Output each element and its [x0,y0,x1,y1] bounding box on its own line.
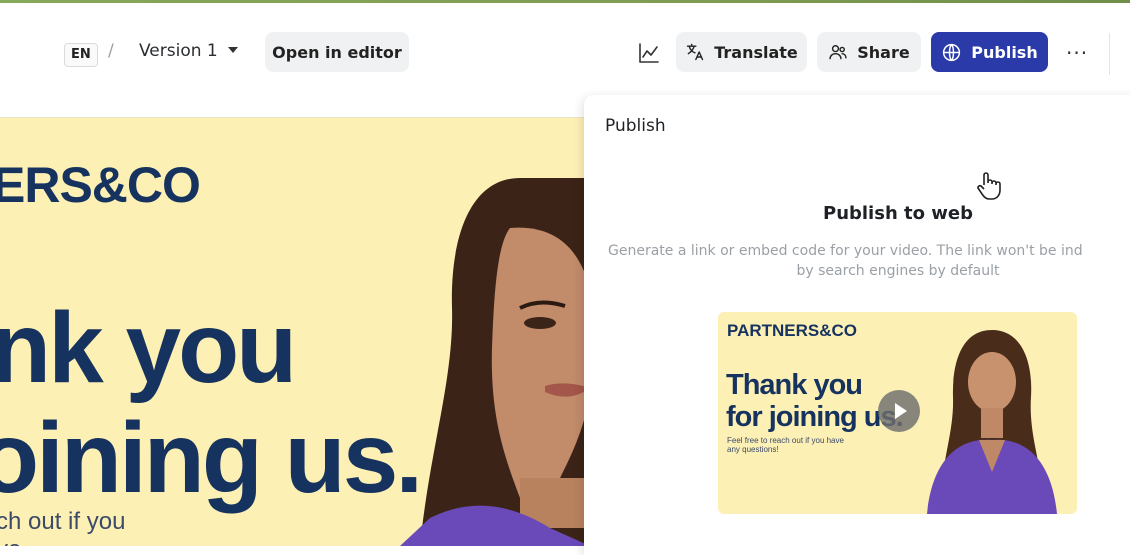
share-label: Share [857,42,910,62]
thumbnail-presenter [927,330,1057,514]
publish-button[interactable]: Publish [931,32,1048,72]
users-icon [829,45,847,60]
translate-label: Translate [714,42,798,62]
presenter-avatar [400,178,590,546]
thumbnail-brand: PARTNERS&CO [727,321,858,340]
chevron-down-icon[interactable] [228,47,238,53]
video-thumbnail[interactable]: PARTNERS&CO Thank you for joining us. Fe… [718,312,1077,514]
share-button[interactable]: Share [817,32,921,72]
thumbnail-headline-line2: for joining us. [726,401,904,433]
divider [1109,33,1110,75]
publish-label: Publish [971,42,1038,62]
translate-button[interactable]: Translate [676,32,807,72]
video-canvas: ERS&CO nk you oining us. ch out if you v… [0,117,590,546]
more-options-icon[interactable]: ··· [1066,41,1088,65]
breadcrumb-separator: / [108,41,114,61]
translate-icon [687,43,704,61]
publish-to-web-heading: Publish to web [823,203,973,224]
publish-panel: Publish Publish to web Generate a link o… [584,95,1130,555]
analytics-icon[interactable] [637,41,661,65]
thumbnail-headline-line1: Thank you [726,369,863,401]
panel-title: Publish [605,116,666,136]
version-selector[interactable]: Version 1 [139,41,218,61]
canvas-subtext-line1: ch out if you [0,508,126,535]
publish-description-line1: Generate a link or embed code for your v… [608,243,1083,259]
play-button[interactable] [878,390,920,432]
open-in-editor-button[interactable]: Open in editor [265,32,409,72]
canvas-brand-logo: ERS&CO [0,157,201,213]
publish-description-line2: by search engines by default [796,263,1000,279]
language-badge[interactable]: EN [64,43,98,67]
hand-cursor-icon [977,172,1001,200]
thumbnail-subtext: Feel free to reach out if you have any q… [727,436,844,454]
globe-icon [943,43,961,61]
toolbar: EN / Version 1 Open in editor Translate … [0,3,1130,95]
canvas-headline-line1: nk you [0,292,297,404]
canvas-headline-line2: oining us. [0,402,423,514]
